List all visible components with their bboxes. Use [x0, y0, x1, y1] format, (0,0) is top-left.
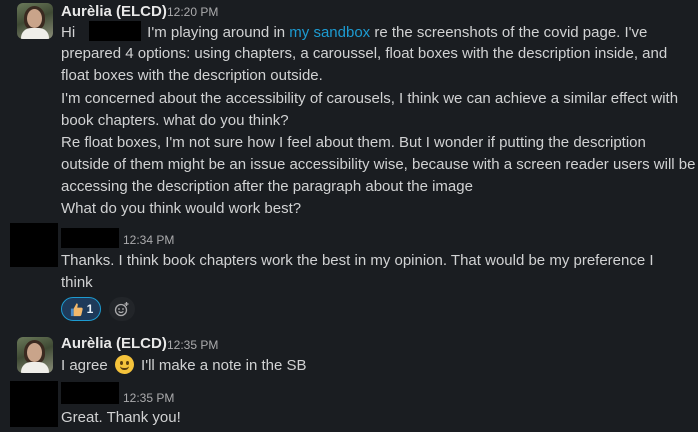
- redacted-sender: [61, 228, 119, 248]
- sender-name[interactable]: Aurèlia (ELCD): [61, 335, 167, 352]
- message-line: book chapters. what do you think?: [61, 112, 289, 129]
- avatar[interactable]: [17, 3, 53, 39]
- avatar[interactable]: [10, 381, 58, 427]
- message-line: Great. Thank you!: [61, 409, 181, 426]
- message-line: Hi I'm playing around in my sandbox re th…: [61, 21, 647, 44]
- slightly-smiling-face-icon: [114, 355, 134, 374]
- message-line: think: [61, 274, 93, 291]
- avatar[interactable]: [17, 337, 53, 373]
- message-line: I agree I'll make a note in the SB: [61, 355, 307, 374]
- message-line: Re float boxes, I'm not sure how I feel …: [61, 134, 646, 151]
- reaction-count: 1: [86, 302, 94, 316]
- redacted-sender: [61, 382, 119, 404]
- thumbs-up-icon: [70, 302, 83, 316]
- message-line: I'm concerned about the accessibility of…: [61, 90, 679, 107]
- reaction-thumbs-up[interactable]: 1: [61, 297, 101, 321]
- add-emoji-icon: [114, 302, 129, 317]
- timestamp[interactable]: 12:34 PM: [123, 233, 174, 247]
- message-line: outside of them might be an issue access…: [61, 156, 696, 173]
- message-line: Thanks. I think book chapters work the b…: [61, 252, 654, 269]
- message-line: accessing the description after the para…: [61, 178, 473, 195]
- message-line: float boxes with the description outside…: [61, 67, 323, 84]
- message-line: prepared 4 options: using chapters, a ca…: [61, 45, 668, 62]
- message-line: What do you think would work best?: [61, 200, 302, 217]
- sandbox-link[interactable]: my sandbox: [289, 24, 370, 41]
- timestamp[interactable]: 12:20 PM: [167, 5, 218, 19]
- avatar[interactable]: [10, 223, 58, 267]
- add-reaction-button[interactable]: [109, 297, 135, 321]
- sender-name[interactable]: Aurèlia (ELCD): [61, 3, 167, 20]
- redacted-name: [89, 21, 142, 41]
- timestamp[interactable]: 12:35 PM: [167, 338, 218, 352]
- timestamp[interactable]: 12:35 PM: [123, 391, 174, 405]
